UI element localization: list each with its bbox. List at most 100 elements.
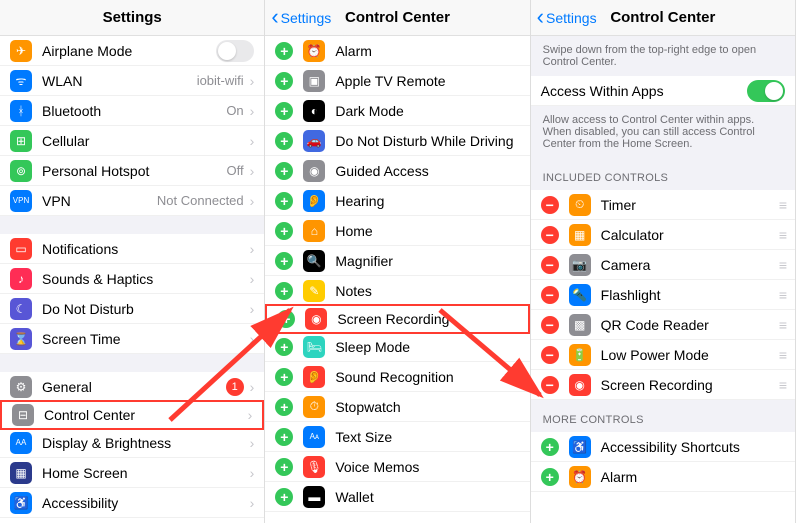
add-button[interactable]: +: [275, 72, 293, 90]
toggle[interactable]: [747, 80, 785, 102]
airplane-icon: ✈: [10, 40, 32, 62]
add-button[interactable]: +: [275, 132, 293, 150]
notifications-icon: ▭: [10, 238, 32, 260]
included-row-lowpower[interactable]: − 🔋 Low Power Mode ≡: [531, 340, 795, 370]
remove-button[interactable]: −: [541, 256, 559, 274]
control-row-guided[interactable]: + ◉ Guided Access: [265, 156, 529, 186]
alarm-icon: ⏰: [303, 40, 325, 62]
control-center-content[interactable]: Swipe down from the top-right edge to op…: [531, 36, 795, 523]
settings-row-homescreen[interactable]: ▦ Home Screen ›: [0, 458, 264, 488]
notes-icon: ✎: [303, 280, 325, 302]
drag-handle-icon[interactable]: ≡: [779, 287, 785, 303]
control-row-soundrec[interactable]: + 👂 Sound Recognition: [265, 362, 529, 392]
add-button[interactable]: +: [541, 438, 559, 456]
remove-button[interactable]: −: [541, 376, 559, 394]
add-button[interactable]: +: [275, 162, 293, 180]
back-button[interactable]: Settings: [271, 10, 331, 26]
drag-handle-icon[interactable]: ≡: [779, 257, 785, 273]
control-row-notes[interactable]: + ✎ Notes: [265, 276, 529, 306]
lowpower-icon: 🔋: [569, 344, 591, 366]
row-label: Display & Brightness: [42, 435, 250, 451]
settings-row-control-center[interactable]: ⊟ Control Center ›: [0, 400, 264, 430]
add-button[interactable]: +: [275, 458, 293, 476]
add-button[interactable]: +: [275, 368, 293, 386]
add-button[interactable]: +: [275, 428, 293, 446]
add-button[interactable]: +: [275, 488, 293, 506]
control-row-home[interactable]: + ⌂ Home: [265, 216, 529, 246]
add-button[interactable]: +: [275, 282, 293, 300]
included-row-screenrec[interactable]: − ◉ Screen Recording ≡: [531, 370, 795, 400]
toggle[interactable]: [216, 40, 254, 62]
included-row-camera[interactable]: − 📷 Camera ≡: [531, 250, 795, 280]
control-row-voicememo[interactable]: + 🎙 Voice Memos: [265, 452, 529, 482]
control-center-icon: ⊟: [12, 404, 34, 426]
add-button[interactable]: +: [541, 468, 559, 486]
control-row-appletv[interactable]: + ▣ Apple TV Remote: [265, 66, 529, 96]
more-row-a11y[interactable]: + ♿ Accessibility Shortcuts: [531, 432, 795, 462]
settings-row-hotspot[interactable]: ⊚ Personal Hotspot Off›: [0, 156, 264, 186]
back-button[interactable]: Settings: [537, 10, 597, 26]
drag-handle-icon[interactable]: ≡: [779, 227, 785, 243]
row-label: Accessibility Shortcuts: [601, 439, 785, 455]
included-row-qr[interactable]: − ▩ QR Code Reader ≡: [531, 310, 795, 340]
settings-row-vpn[interactable]: VPN VPN Not Connected›: [0, 186, 264, 216]
settings-row-bluetooth[interactable]: ᚼ Bluetooth On›: [0, 96, 264, 126]
stopwatch-icon: ⏱: [303, 396, 325, 418]
remove-button[interactable]: −: [541, 286, 559, 304]
add-button[interactable]: +: [275, 222, 293, 240]
add-button[interactable]: +: [275, 102, 293, 120]
access-within-apps-row[interactable]: Access Within Apps: [531, 76, 795, 106]
drag-handle-icon[interactable]: ≡: [779, 347, 785, 363]
settings-row-dnd[interactable]: ☾ Do Not Disturb ›: [0, 294, 264, 324]
chevron-right-icon: ›: [250, 193, 255, 209]
control-center-panel: Settings Control Center Swipe down from …: [531, 0, 796, 523]
qr-icon: ▩: [569, 314, 591, 336]
settings-row-airplane[interactable]: ✈ Airplane Mode: [0, 36, 264, 66]
row-label: Text Size: [335, 429, 519, 445]
row-label: Dark Mode: [335, 103, 519, 119]
settings-row-wlan[interactable]: ᯤ WLAN iobit-wifi›: [0, 66, 264, 96]
more-controls-list[interactable]: + ⏰ Alarm + ▣ Apple TV Remote + ◐ Dark M…: [265, 36, 529, 523]
row-label: Alarm: [335, 43, 519, 59]
settings-row-notifications[interactable]: ▭ Notifications ›: [0, 234, 264, 264]
drag-handle-icon[interactable]: ≡: [779, 317, 785, 333]
add-button[interactable]: +: [275, 252, 293, 270]
settings-row-display[interactable]: AA Display & Brightness ›: [0, 428, 264, 458]
settings-panel: Settings ✈ Airplane Mode ᯤ WLAN iobit-wi…: [0, 0, 265, 523]
drag-handle-icon[interactable]: ≡: [779, 377, 785, 393]
add-button[interactable]: +: [275, 338, 293, 356]
control-row-wallet[interactable]: + ▬ Wallet: [265, 482, 529, 512]
settings-list[interactable]: ✈ Airplane Mode ᯤ WLAN iobit-wifi› ᚼ Blu…: [0, 36, 264, 523]
add-button[interactable]: +: [275, 398, 293, 416]
settings-row-cellular[interactable]: ⊞ Cellular ›: [0, 126, 264, 156]
control-row-screenrec[interactable]: + ◉ Screen Recording: [265, 304, 529, 334]
remove-button[interactable]: −: [541, 316, 559, 334]
drag-handle-icon[interactable]: ≡: [779, 197, 785, 213]
control-row-dnd-drive[interactable]: + 🚗 Do Not Disturb While Driving: [265, 126, 529, 156]
more-row-alarm[interactable]: + ⏰ Alarm: [531, 462, 795, 492]
add-button[interactable]: +: [277, 310, 295, 328]
control-row-textsize[interactable]: + Aᴀ Text Size: [265, 422, 529, 452]
add-button[interactable]: +: [275, 42, 293, 60]
included-row-calculator[interactable]: − ▦ Calculator ≡: [531, 220, 795, 250]
settings-row-screentime[interactable]: ⌛ Screen Time ›: [0, 324, 264, 354]
chevron-right-icon: ›: [250, 379, 255, 395]
remove-button[interactable]: −: [541, 226, 559, 244]
add-button[interactable]: +: [275, 192, 293, 210]
control-row-darkmode[interactable]: + ◐ Dark Mode: [265, 96, 529, 126]
included-row-timer[interactable]: − ⏲ Timer ≡: [531, 190, 795, 220]
row-label: Magnifier: [335, 253, 519, 269]
control-row-magnifier[interactable]: + 🔍 Magnifier: [265, 246, 529, 276]
included-row-flashlight[interactable]: − 🔦 Flashlight ≡: [531, 280, 795, 310]
row-label: Notes: [335, 283, 519, 299]
settings-row-general[interactable]: ⚙ General 1›: [0, 372, 264, 402]
control-row-alarm[interactable]: + ⏰ Alarm: [265, 36, 529, 66]
remove-button[interactable]: −: [541, 196, 559, 214]
control-row-sleep[interactable]: + 🛏 Sleep Mode: [265, 332, 529, 362]
soundrec-icon: 👂: [303, 366, 325, 388]
remove-button[interactable]: −: [541, 346, 559, 364]
control-row-stopwatch[interactable]: + ⏱ Stopwatch: [265, 392, 529, 422]
settings-row-sounds[interactable]: ♪ Sounds & Haptics ›: [0, 264, 264, 294]
settings-row-accessibility[interactable]: ♿ Accessibility ›: [0, 488, 264, 518]
control-row-hearing[interactable]: + 👂 Hearing: [265, 186, 529, 216]
